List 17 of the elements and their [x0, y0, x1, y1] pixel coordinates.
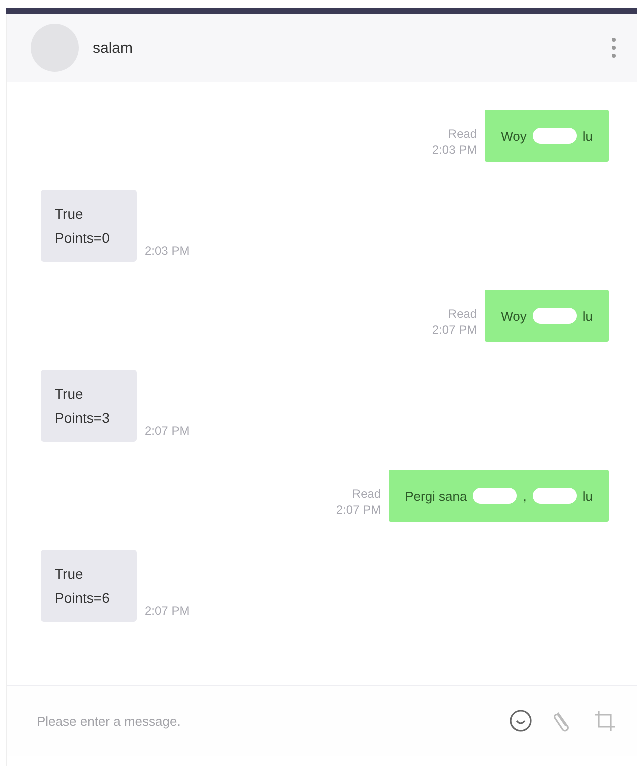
message-input[interactable]: Please enter a message. [35, 712, 491, 730]
message-time: 2:07 PM [145, 604, 190, 620]
contact-name: salam [93, 40, 134, 56]
sent-message-bubble: Pergi sana , lu [389, 470, 609, 522]
sent-message-bubble: Woy lu [485, 290, 609, 342]
received-message-bubble: True Points=3 [41, 370, 137, 442]
received-message-bubble: True Points=0 [41, 190, 137, 262]
sent-message-bubble: Woy lu [485, 110, 609, 162]
crop-icon[interactable] [593, 709, 617, 733]
message-meta: Read 2:07 PM [432, 306, 478, 339]
message-meta: Read 2:07 PM [336, 486, 382, 519]
more-icon[interactable] [611, 37, 617, 59]
received-message-bubble: True Points=6 [41, 550, 137, 622]
message-time: 2:03 PM [145, 244, 190, 260]
message-meta: Read 2:03 PM [432, 126, 478, 159]
message-time: 2:07 PM [145, 424, 190, 440]
emoji-icon[interactable] [509, 709, 533, 733]
